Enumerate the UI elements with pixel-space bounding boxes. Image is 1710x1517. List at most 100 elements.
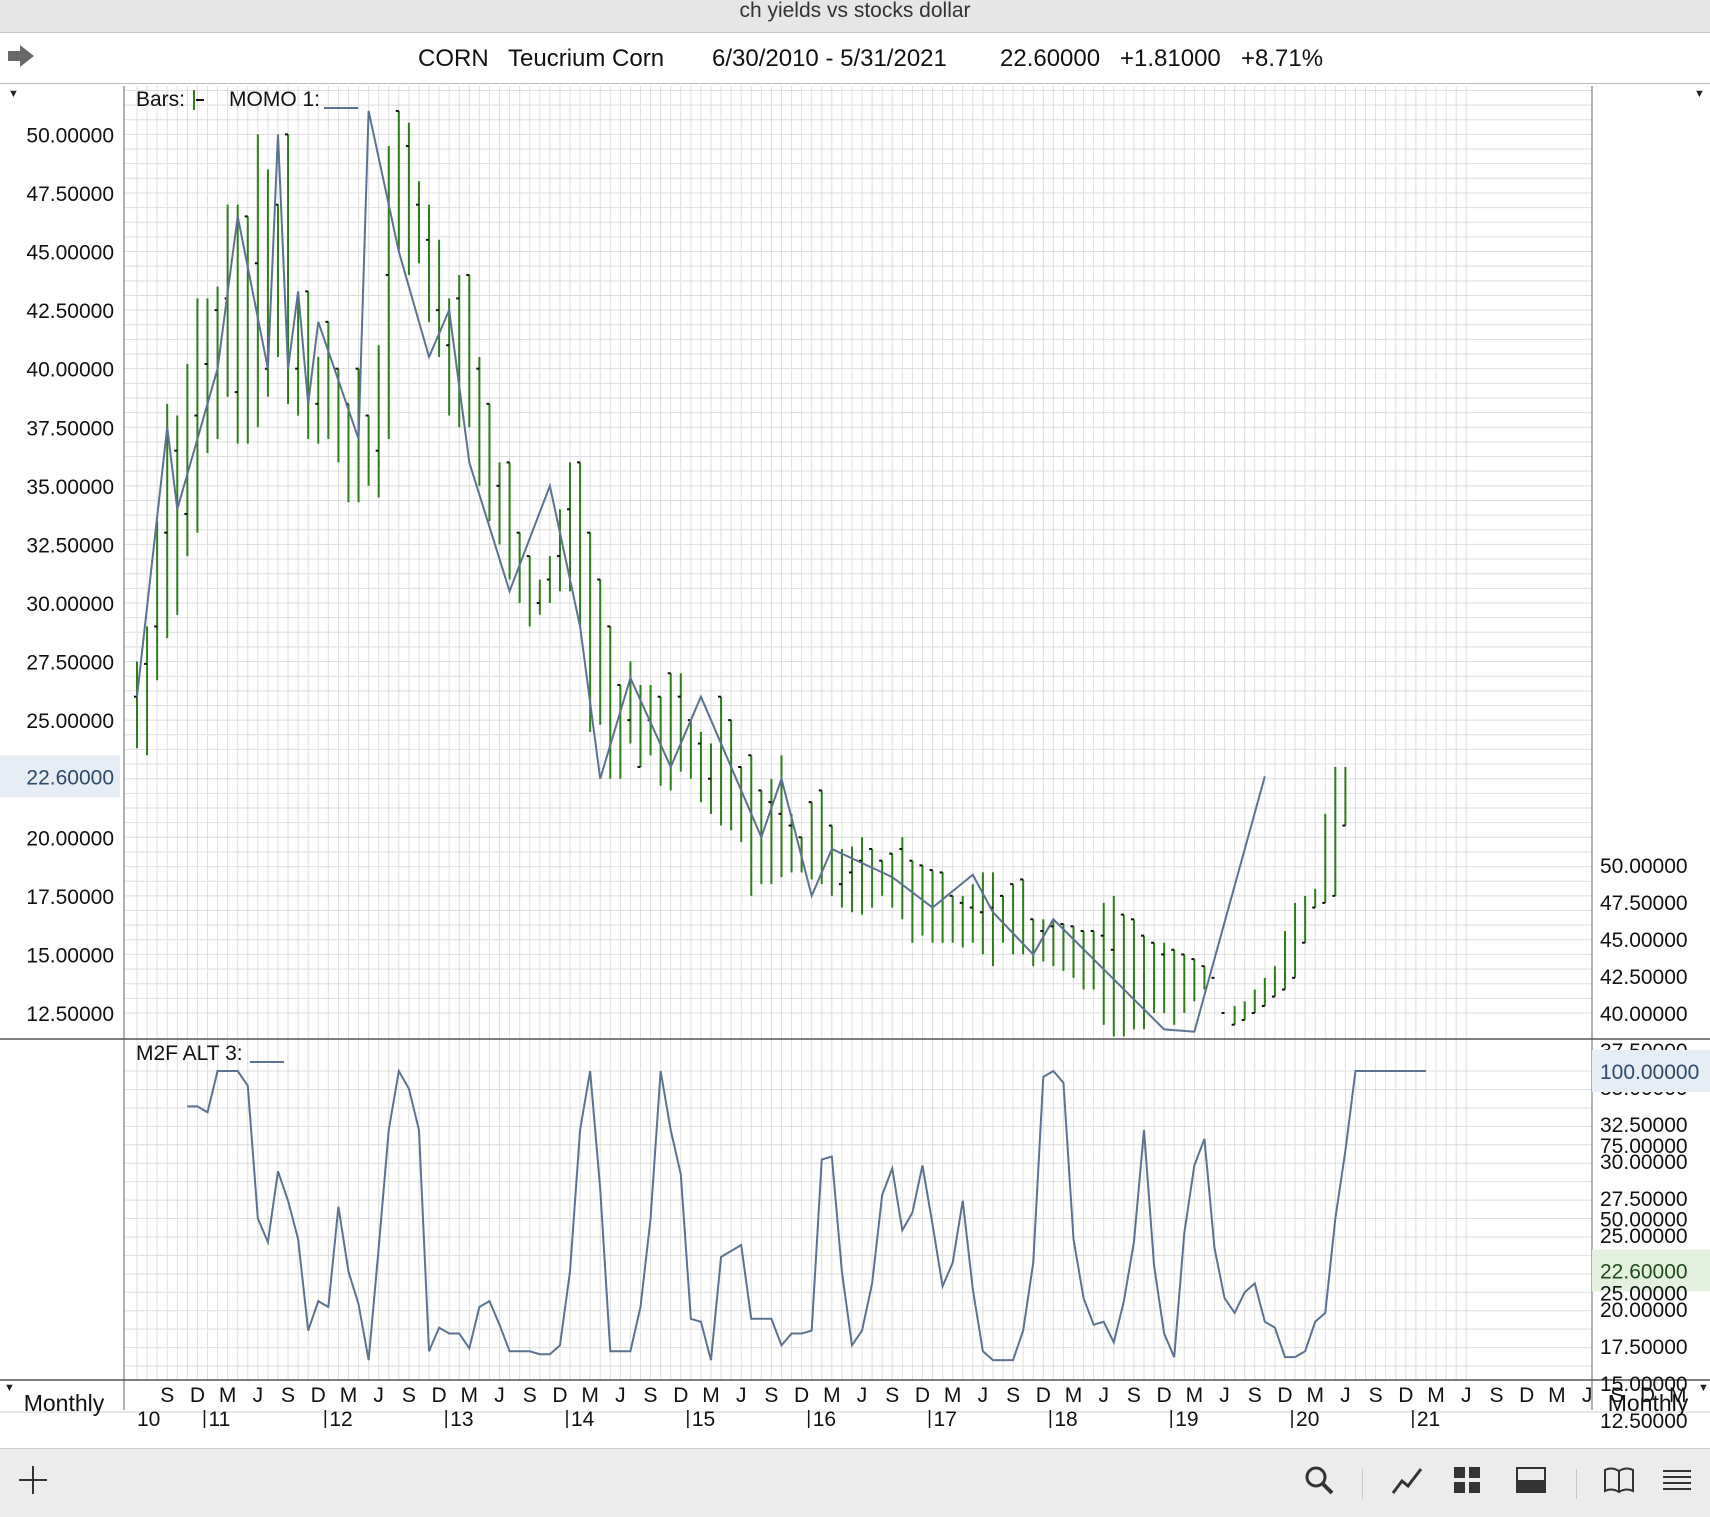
x-month-label: D [1036,1384,1051,1407]
dropdown-triangle-icon[interactable]: ▼ [1698,1382,1709,1394]
y-tick-label-left: 30.00000 [26,593,114,616]
dropdown-triangle-icon[interactable]: ▼ [8,88,19,100]
osc-tick-label: 50.00000 [1600,1209,1688,1232]
x-year-label: 21 [1417,1408,1440,1431]
y-tick-label-left: 27.50000 [26,652,114,675]
x-month-label: S [160,1384,174,1407]
x-year-label: 11 [208,1408,230,1431]
x-month-label: J [615,1384,626,1407]
x-month-label: D [1277,1384,1292,1407]
y-tick-label-right: 45.00000 [1600,929,1688,952]
y-tick-label-right: 17.50000 [1600,1336,1688,1359]
x-month-label: D [190,1384,205,1407]
x-year-label: 14 [571,1408,595,1431]
period-left[interactable]: Monthly [2,1390,126,1417]
x-month-label: S [1489,1384,1503,1407]
plus-icon[interactable] [16,1463,50,1497]
x-month-label: S [1369,1384,1383,1407]
x-month-label: S [281,1384,295,1407]
x-year-label: 15 [692,1408,715,1431]
y-tick-label-left: 35.00000 [26,476,114,499]
period-right[interactable]: Monthly [1586,1390,1710,1417]
y-tick-label-right: 32.50000 [1600,1114,1688,1137]
x-month-label: J [1461,1384,1472,1407]
x-month-label: D [915,1384,930,1407]
x-month-label: M [944,1384,962,1407]
y-tick-label-right: 47.50000 [1600,892,1688,915]
osc-tick-label: 75.00000 [1600,1135,1688,1158]
x-month-label: D [432,1384,447,1407]
y-tick-label-left: 50.00000 [26,124,114,147]
y-tick-label-right: 40.00000 [1600,1003,1688,1026]
x-month-label: M [1186,1384,1204,1407]
x-month-label: M [461,1384,479,1407]
legend-momo: MOMO 1: [229,88,320,111]
x-month-label: D [673,1384,688,1407]
chart-canvas[interactable]: 50.00000 47.50000 45.00000 42.50000 40.00000… [0,0,1710,1448]
y-tick-label-left: 47.50000 [26,183,114,206]
y-tick-label-right: 50.00000 [1600,855,1688,878]
x-month-label: S [885,1384,899,1407]
x-month-label: D [1519,1384,1534,1407]
x-month-label: J [253,1384,264,1407]
x-year-label: 16 [813,1408,836,1431]
y-tick-label-left: 45.00000 [26,242,114,265]
x-month-label: M [702,1384,720,1407]
y-tick-label-left: 40.00000 [26,359,114,382]
x-month-label: J [978,1384,989,1407]
grid-layout-icon[interactable] [1450,1463,1484,1497]
draw-line-icon[interactable] [1390,1463,1424,1497]
x-month-label: S [1248,1384,1262,1407]
x-year-label: 12 [329,1408,352,1431]
dropdown-triangle-icon[interactable]: ▼ [1694,88,1705,100]
x-month-label: D [1157,1384,1172,1407]
x-year-label: 10 [137,1408,160,1431]
x-month-label: D [311,1384,326,1407]
legend-m2f: M2F ALT 3: [136,1042,243,1065]
x-month-label: S [402,1384,416,1407]
menu-icon[interactable] [1660,1463,1694,1497]
x-year-label: 17 [934,1408,957,1431]
x-month-label: J [736,1384,747,1407]
x-month-label: M [581,1384,599,1407]
y-tick-label-left: 32.50000 [26,534,114,557]
x-month-label: S [764,1384,778,1407]
book-icon[interactable] [1602,1463,1636,1497]
x-year-label: 18 [1054,1408,1077,1431]
x-year-label: 13 [450,1408,473,1431]
x-month-label: M [219,1384,237,1407]
osc-tick-label: 100.00000 [1600,1061,1699,1084]
dropdown-triangle-icon[interactable]: ▼ [4,1382,15,1394]
x-month-label: M [340,1384,358,1407]
bottom-toolbar [0,1448,1710,1517]
x-month-label: J [1219,1384,1230,1407]
y-tick-label-right: 42.50000 [1600,966,1688,989]
x-month-label: J [494,1384,505,1407]
x-month-label: J [373,1384,384,1407]
x-month-label: D [1398,1384,1413,1407]
search-icon[interactable] [1302,1463,1336,1497]
x-month-label: S [644,1384,658,1407]
x-month-label: J [857,1384,868,1407]
x-month-label: J [1098,1384,1109,1407]
x-month-label: M [1065,1384,1083,1407]
x-month-label: S [1006,1384,1020,1407]
y-tick-label-left: 42.50000 [26,300,114,323]
x-month-label: J [1340,1384,1351,1407]
y-tick-label-left: 15.00000 [26,944,114,967]
y-tick-label-left: 25.00000 [26,710,114,733]
x-month-label: D [552,1384,567,1407]
x-year-label: 20 [1296,1408,1319,1431]
panel-icon[interactable] [1514,1463,1548,1497]
current-price-label-right: 22.60000 [1600,1261,1688,1284]
x-month-label: M [1427,1384,1445,1407]
y-tick-label-left: 20.00000 [26,827,114,850]
y-tick-label-left: 12.50000 [26,1003,114,1026]
legend-bars: Bars: [136,88,185,111]
x-month-label: M [1548,1384,1566,1407]
y-tick-label-left: 37.50000 [26,417,114,440]
osc-tick-label: 25.00000 [1600,1282,1688,1305]
y-tick-label-left: 17.50000 [26,886,114,909]
x-month-label: M [1306,1384,1324,1407]
x-month-label: S [523,1384,537,1407]
